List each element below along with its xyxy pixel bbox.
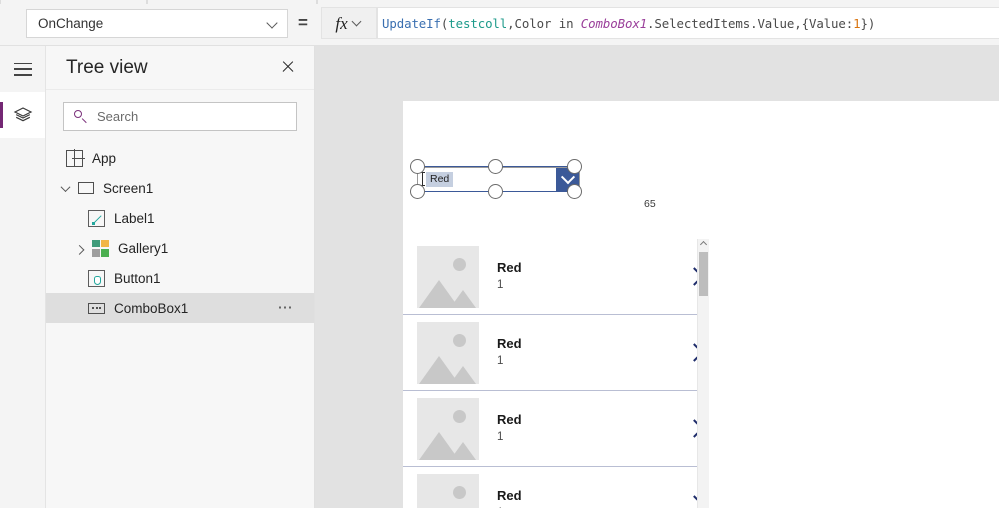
tree-item-combobox1[interactable]: ComboBox1 ⋯ <box>46 293 314 323</box>
combobox-icon <box>88 302 105 314</box>
gallery-item-text: Red 1 <box>497 412 679 445</box>
layers-icon <box>13 107 32 122</box>
toolbar-divider-mid <box>146 0 318 4</box>
size-indicator: 65 <box>644 198 656 210</box>
expander-toggle-gallery1[interactable] <box>70 239 88 257</box>
close-icon <box>281 60 295 74</box>
gallery-scrollbar[interactable] <box>697 239 709 508</box>
resize-handle-bottom-left[interactable] <box>410 184 425 199</box>
gallery-icon <box>92 239 109 257</box>
hamburger-icon <box>13 62 32 76</box>
property-selector[interactable]: OnChange <box>26 9 288 38</box>
resize-handle-top-center[interactable] <box>488 159 503 174</box>
gallery-item[interactable]: Red1 <box>403 467 709 508</box>
gallery-item-list: Red1Red1Red1Red1 <box>403 239 709 508</box>
tree-item-list: App Screen1 Label1 Gallery1 Button1 Comb… <box>46 141 314 323</box>
gallery-item-subtitle: 1 <box>497 279 504 291</box>
search-icon <box>74 109 88 124</box>
formula-text: UpdateIf(testcoll,Color in ComboBox1.Sel… <box>382 16 875 31</box>
formula-token-control: ComboBox1 <box>580 15 648 31</box>
chevron-down-icon <box>267 18 279 30</box>
screen-icon <box>78 182 94 194</box>
chevron-down-icon <box>353 18 363 28</box>
gallery-item-title: Red <box>497 336 522 351</box>
tree-item-label: App <box>92 150 117 166</box>
gallery-item[interactable]: Red 1 <box>403 391 709 467</box>
fx-glyph: fx <box>335 13 348 33</box>
tree-view-header: Tree view <box>46 46 314 90</box>
tree-item-label: Gallery1 <box>118 240 169 256</box>
hamburger-menu-button[interactable] <box>0 46 45 92</box>
formula-token-identifier: .SelectedItems.Value,{Value: <box>647 15 854 31</box>
expander-toggle-screen1[interactable] <box>56 179 74 197</box>
gallery-scrollbar-thumb[interactable] <box>699 252 708 296</box>
app-canvas: Red 65 Red1Red1Red1Red1 <box>315 46 999 508</box>
gallery-item-text: Red 1 <box>497 336 679 369</box>
tree-item-label: Button1 <box>114 270 161 286</box>
formula-bar: OnChange = fx UpdateIf(testcoll,Color in… <box>0 0 999 46</box>
tree-item-app[interactable]: App <box>46 143 314 173</box>
resize-handle-top-right[interactable] <box>567 159 582 174</box>
tree-item-label: ComboBox1 <box>114 300 189 316</box>
tree-item-label: Screen1 <box>103 180 154 196</box>
tree-item-screen1[interactable]: Screen1 <box>46 173 314 203</box>
search-container: Search <box>46 90 314 141</box>
search-input[interactable]: Search <box>63 102 297 131</box>
toolbar-divider-left <box>0 0 148 4</box>
formula-token-punctuation: , <box>507 15 515 31</box>
formula-token-punctuation: }) <box>860 15 876 31</box>
gallery-item-title: Red <box>497 412 522 427</box>
button-icon <box>88 269 105 287</box>
app-grid-icon <box>66 149 86 167</box>
power-apps-studio: OnChange = fx UpdateIf(testcoll,Color in… <box>0 0 999 508</box>
gallery-control: Red1Red1Red1Red1 <box>403 239 709 508</box>
image-placeholder-icon <box>417 473 479 508</box>
label-icon <box>88 209 105 227</box>
formula-token-function: UpdateIf <box>382 15 441 31</box>
ellipsis-icon[interactable]: ⋯ <box>278 300 295 315</box>
gallery-item[interactable]: Red 1 <box>403 315 709 391</box>
formula-token-collection: testcoll <box>448 15 508 31</box>
image-placeholder-icon <box>417 321 479 384</box>
left-rail <box>0 46 46 508</box>
tree-item-label1[interactable]: Label1 <box>46 203 314 233</box>
tree-item-gallery1[interactable]: Gallery1 <box>46 233 314 263</box>
tree-view-panel: Tree view Search App Screen1 Label1 Gall… <box>46 46 315 508</box>
gallery-item-subtitle: 1 <box>497 355 504 367</box>
gallery-item-text: Red 1 <box>497 260 679 293</box>
image-placeholder-icon <box>417 397 479 460</box>
app-screen: Red 65 Red1Red1Red1Red1 <box>403 101 999 508</box>
fx-button[interactable]: fx <box>321 7 377 39</box>
gallery-item-text: Red1 <box>497 488 679 508</box>
scroll-up-arrow-icon[interactable] <box>698 239 709 250</box>
gallery-item-subtitle: 1 <box>497 431 504 443</box>
formula-token-identifier: in <box>551 15 581 31</box>
tree-item-button1[interactable]: Button1 <box>46 263 314 293</box>
combobox-selected-chip: Red <box>426 172 454 187</box>
image-placeholder-icon <box>417 245 479 308</box>
toolbar-divider-right <box>316 0 999 4</box>
panel-title: Tree view <box>66 56 148 78</box>
formula-token-number: 1 <box>853 15 861 31</box>
close-panel-button[interactable] <box>275 54 301 80</box>
resize-handle-top-left[interactable] <box>410 159 425 174</box>
formula-token-identifier: Color <box>514 15 552 31</box>
gallery-item-title: Red <box>497 260 522 275</box>
gallery-item-title: Red <box>497 488 522 503</box>
search-placeholder: Search <box>97 109 139 124</box>
gallery-item[interactable]: Red 1 <box>403 239 709 315</box>
equals-sign: = <box>298 13 308 32</box>
formula-input[interactable]: UpdateIf(testcoll,Color in ComboBox1.Sel… <box>377 7 999 39</box>
tree-item-label: Label1 <box>114 210 155 226</box>
resize-handle-bottom-right[interactable] <box>567 184 582 199</box>
text-caret <box>419 172 427 186</box>
property-selector-value: OnChange <box>38 16 104 31</box>
rail-item-tree-view[interactable] <box>0 92 45 138</box>
resize-handle-bottom-center[interactable] <box>488 184 503 199</box>
